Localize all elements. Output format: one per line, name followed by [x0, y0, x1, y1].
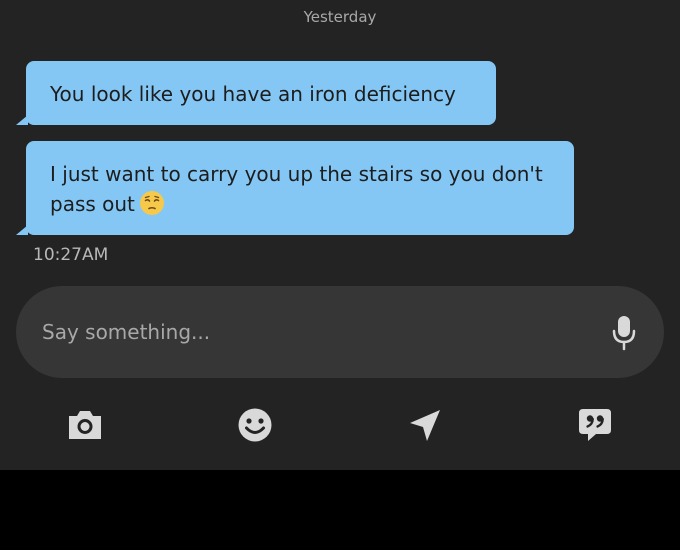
- input-placeholder: Say something...: [42, 320, 211, 344]
- smiley-icon[interactable]: [236, 406, 274, 444]
- date-separator: Yesterday: [303, 8, 377, 26]
- send-location-icon[interactable]: [405, 406, 443, 444]
- pensive-face-emoji-icon: [139, 190, 165, 216]
- message-text: I just want to carry you up the stairs s…: [50, 162, 543, 216]
- message-text: You look like you have an iron deficienc…: [50, 82, 456, 106]
- camera-icon[interactable]: [66, 406, 104, 444]
- chat-screen: Yesterday You look like you have an iron…: [0, 0, 680, 470]
- message-timestamp: 10:27AM: [33, 245, 109, 265]
- message-bubble[interactable]: You look like you have an iron deficienc…: [16, 61, 496, 125]
- microphone-icon[interactable]: [612, 315, 636, 351]
- message-input[interactable]: Say something...: [16, 286, 664, 378]
- quote-icon[interactable]: [576, 406, 614, 444]
- message-bubble[interactable]: I just want to carry you up the stairs s…: [16, 141, 574, 235]
